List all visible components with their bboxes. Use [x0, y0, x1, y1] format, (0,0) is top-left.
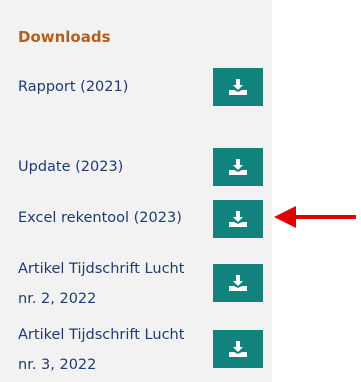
downloads-panel: Downloads Rapport (2021) Update (2023) E… — [0, 0, 272, 382]
downloads-heading: Downloads — [18, 28, 111, 46]
download-item-label: Artikel Tijdschrift Lucht nr. 2, 2022 — [18, 261, 185, 307]
download-item-label: Update (2023) — [18, 159, 124, 175]
download-item-label: Artikel Tijdschrift Lucht nr. 3, 2022 — [18, 327, 185, 373]
download-item-label: Rapport (2021) — [18, 79, 129, 95]
red-arrow-annotation — [274, 206, 356, 228]
download-button[interactable] — [213, 264, 263, 302]
download-icon — [229, 79, 247, 95]
download-icon — [229, 341, 247, 357]
download-icon — [229, 211, 247, 227]
download-button[interactable] — [213, 200, 263, 238]
download-button[interactable] — [213, 68, 263, 106]
download-button[interactable] — [213, 148, 263, 186]
download-button[interactable] — [213, 330, 263, 368]
download-icon — [229, 275, 247, 291]
download-item-label: Excel rekentool (2023) — [18, 210, 182, 226]
download-icon — [229, 159, 247, 175]
